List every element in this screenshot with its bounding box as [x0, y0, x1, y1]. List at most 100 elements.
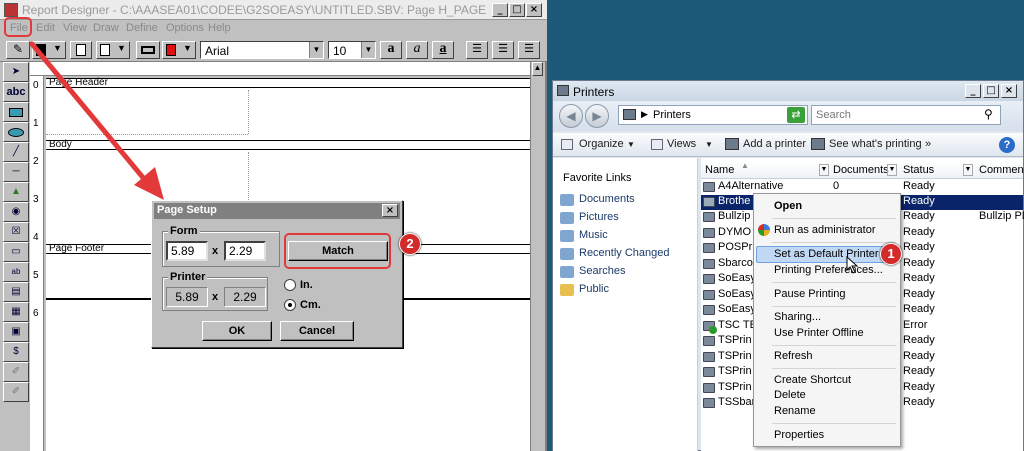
- printer-icon: [703, 212, 715, 222]
- column-filter-icon[interactable]: ▼: [963, 164, 973, 176]
- column-name[interactable]: Name: [705, 164, 734, 176]
- printer-name: DYMO: [718, 226, 751, 238]
- printer-icon: [703, 259, 715, 269]
- menu-separator: [772, 306, 896, 307]
- search-icon[interactable]: ⚲: [984, 107, 993, 121]
- printer-icon: [703, 305, 715, 315]
- printer-name: TSPrin: [718, 365, 752, 377]
- menu-run-as-administrator[interactable]: Run as administrator: [774, 224, 876, 236]
- printer-name: TSSbar: [718, 396, 756, 408]
- menu-open[interactable]: Open: [774, 200, 802, 212]
- organize-button[interactable]: Organize: [579, 138, 624, 150]
- menu-properties[interactable]: Properties: [774, 429, 824, 441]
- printer-name: Sbarco: [718, 257, 753, 269]
- menu-set-as-default-printer[interactable]: Set as Default Printer: [774, 248, 879, 260]
- menu-rename[interactable]: Rename: [774, 405, 816, 417]
- music-icon: [560, 230, 574, 242]
- refresh-icon[interactable]: ⇄: [787, 107, 805, 123]
- printers-title-bar: Printers _ □ ×: [553, 81, 1023, 101]
- nav-link-pictures[interactable]: Pictures: [579, 211, 619, 223]
- printer-status: Ready: [903, 381, 935, 393]
- more-commands-button[interactable]: »: [925, 138, 931, 150]
- printer-icon: [557, 85, 569, 96]
- printer-status: Ready: [903, 195, 935, 207]
- search-input[interactable]: Search: [816, 109, 851, 121]
- views-icon: [651, 139, 663, 150]
- printer-icon: [703, 336, 715, 346]
- menu-use-printer-offline[interactable]: Use Printer Offline: [774, 327, 864, 339]
- recently-changed-icon: [560, 248, 574, 260]
- command-bar: Organize ▼ Views ▼ Add a printer See wha…: [553, 133, 1023, 157]
- column-documents[interactable]: Documents: [833, 164, 889, 176]
- printer-icon: [703, 228, 715, 238]
- printer-status: Ready: [903, 180, 935, 192]
- printer-icon: [703, 290, 715, 300]
- printer-folder-icon: [623, 109, 636, 120]
- nav-link-recently-changed[interactable]: Recently Changed: [579, 247, 670, 259]
- menu-separator: [772, 218, 896, 219]
- menu-printing-preferences[interactable]: Printing Preferences...: [774, 264, 883, 276]
- nav-link-public[interactable]: Public: [579, 283, 609, 295]
- menu-separator: [772, 282, 896, 283]
- print-queue-icon: [811, 138, 825, 150]
- printer-name: SoEasy: [718, 288, 756, 300]
- organize-icon: [561, 139, 573, 150]
- views-button[interactable]: Views: [667, 138, 696, 150]
- menu-delete[interactable]: Delete: [774, 389, 806, 401]
- column-filter-icon[interactable]: ▼: [887, 164, 897, 176]
- menu-separator: [772, 423, 896, 424]
- search-box[interactable]: Search ⚲: [811, 105, 1001, 125]
- nav-link-searches[interactable]: Searches: [579, 265, 625, 277]
- public-folder-icon: [560, 284, 574, 296]
- minimize-button[interactable]: _: [965, 84, 981, 98]
- maximize-button[interactable]: □: [983, 84, 999, 98]
- printer-status: Ready: [903, 272, 935, 284]
- nav-link-music[interactable]: Music: [579, 229, 608, 241]
- printer-status: Ready: [903, 365, 935, 377]
- printer-name: TSC TE: [718, 319, 757, 331]
- printer-icon: [703, 352, 715, 362]
- address-box[interactable]: ▶ Printers ▼: [618, 105, 808, 125]
- column-filter-icon[interactable]: ▼: [819, 164, 829, 176]
- printer-status: Ready: [903, 303, 935, 315]
- back-icon[interactable]: ◀: [559, 104, 583, 128]
- column-status[interactable]: Status: [903, 164, 934, 176]
- printers-title: Printers: [573, 85, 615, 99]
- sort-arrow-icon: ▲: [741, 161, 749, 170]
- menu-pause-printing[interactable]: Pause Printing: [774, 288, 846, 300]
- help-icon[interactable]: ?: [999, 137, 1015, 153]
- printer-name: A4Alternative: [718, 180, 784, 192]
- menu-separator: [772, 242, 896, 243]
- printer-status: Error: [903, 319, 928, 331]
- menu-separator: [772, 345, 896, 346]
- add-printer-button[interactable]: Add a printer: [743, 138, 806, 150]
- printer-status: Ready: [903, 241, 935, 253]
- column-header-row: Name ▲ ▼ Documents ▼ Status ▼ Commen: [701, 161, 1024, 179]
- printer-icon: [703, 398, 715, 408]
- default-check-icon: [709, 326, 717, 334]
- add-printer-icon: [725, 138, 739, 150]
- printer-name: SoEasy: [718, 272, 756, 284]
- see-whats-printing-button[interactable]: See what's printing: [829, 138, 922, 150]
- forward-icon[interactable]: ▶: [585, 104, 609, 128]
- menu-sharing[interactable]: Sharing...: [774, 311, 821, 323]
- dropdown-arrow-icon: ▼: [627, 140, 635, 149]
- close-button[interactable]: ×: [1001, 84, 1017, 98]
- printer-name: Brothe: [718, 195, 751, 207]
- address-text: Printers: [653, 109, 691, 121]
- documents-icon: [560, 194, 574, 206]
- menu-refresh[interactable]: Refresh: [774, 350, 813, 362]
- nav-link-documents[interactable]: Documents: [579, 193, 635, 205]
- printer-context-menu: Open Run as administrator Set as Default…: [753, 193, 901, 447]
- menu-separator: [772, 368, 896, 369]
- printer-status: Ready: [903, 210, 935, 222]
- printer-name: SoEasy: [718, 303, 756, 315]
- dropdown-arrow-icon: ▼: [705, 140, 713, 149]
- pictures-icon: [560, 212, 574, 224]
- printer-icon: [703, 197, 715, 207]
- printer-icon: [703, 182, 715, 192]
- menu-create-shortcut[interactable]: Create Shortcut: [774, 374, 851, 386]
- printer-name: TSPrin: [718, 350, 752, 362]
- column-comment[interactable]: Commen: [979, 164, 1024, 176]
- printer-status: Ready: [903, 350, 935, 362]
